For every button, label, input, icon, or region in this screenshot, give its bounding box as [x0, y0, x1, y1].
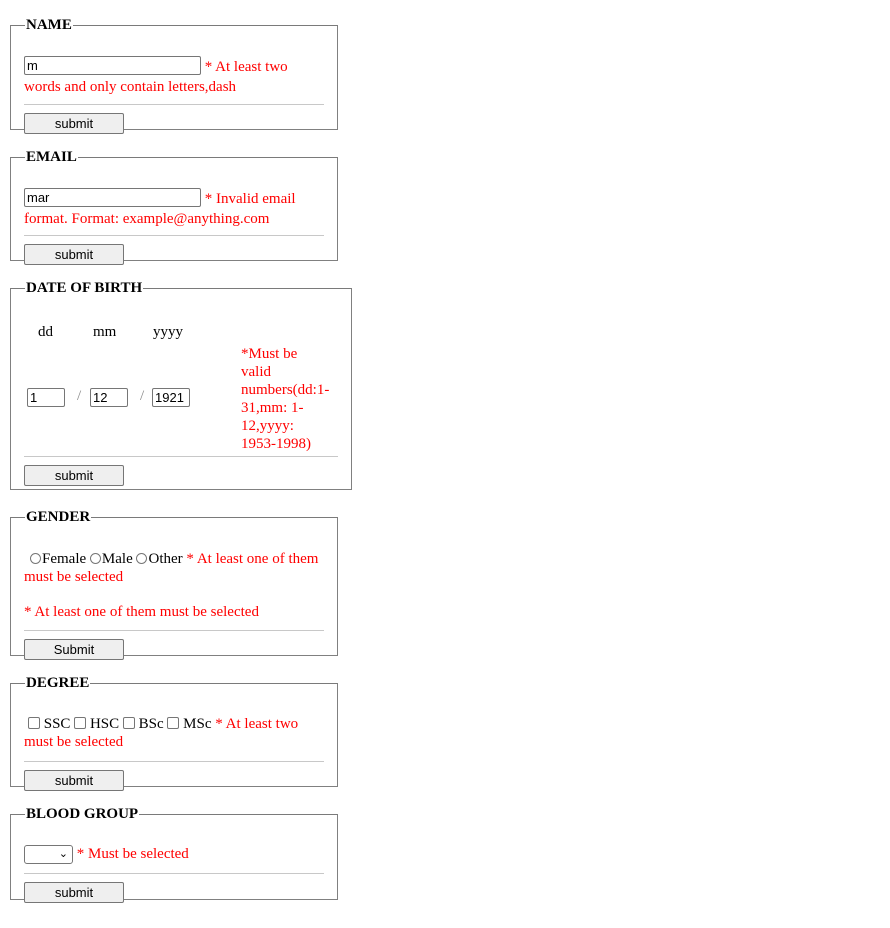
name-fieldset: NAME * At least two words and only conta…	[10, 17, 338, 134]
dob-error: *Must be valid numbers(dd:1- 31,mm: 1- 1…	[241, 345, 341, 453]
degree-legend: DEGREE	[26, 675, 90, 691]
blood-group-select[interactable]: ⌄	[24, 845, 73, 865]
gender-fieldset: GENDER Female Male Other * At least one …	[10, 509, 338, 660]
email-fieldset: EMAIL * Invalid email format. Format: ex…	[10, 149, 338, 265]
female-label[interactable]: Female	[42, 551, 86, 567]
name-input[interactable]	[24, 56, 201, 75]
dob-separator-line	[24, 456, 338, 457]
bsc-checkbox[interactable]	[122, 717, 135, 729]
email-submit-button[interactable]: submit	[24, 244, 124, 265]
yyyy-input[interactable]	[152, 388, 190, 407]
dob-submit-button[interactable]: submit	[24, 465, 124, 486]
degree-options-row: SSC HSC BSc MSc * At least two must be s…	[24, 715, 328, 751]
dd-input[interactable]	[27, 388, 65, 407]
dob-error-line: 1953-1998)	[241, 436, 311, 452]
yyyy-label: yyyy	[153, 324, 183, 340]
dob-error-line: 12,yyyy:	[241, 418, 294, 434]
email-input[interactable]	[24, 188, 201, 207]
hsc-label[interactable]: HSC	[90, 716, 119, 732]
ssc-checkbox[interactable]	[28, 717, 40, 729]
dob-error-line: 31,mm: 1-	[241, 400, 304, 416]
gender-options-row: Female Male Other * At least one of them…	[24, 550, 328, 586]
mm-input[interactable]	[90, 388, 128, 407]
degree-separator	[24, 761, 324, 762]
blood-group-separator	[24, 873, 324, 874]
other-label[interactable]: Other	[148, 551, 182, 567]
dob-separator-2: /	[140, 388, 145, 404]
blood-group-legend: BLOOD GROUP	[26, 806, 139, 822]
blood-group-error: * Must be selected	[76, 846, 189, 862]
mm-label: mm	[93, 324, 117, 340]
dob-legend: DATE OF BIRTH	[26, 280, 143, 296]
degree-submit-button[interactable]: submit	[24, 770, 124, 791]
gender-separator	[24, 630, 324, 631]
msc-checkbox[interactable]	[167, 717, 180, 729]
dob-error-line: valid	[241, 364, 271, 380]
dob-fieldset: DATE OF BIRTH dd mm yyyy / / *Must be va…	[10, 280, 352, 490]
blood-group-submit-button[interactable]: submit	[24, 882, 124, 903]
degree-fieldset: DEGREE SSC HSC BSc MSc * At least two mu…	[10, 675, 338, 791]
chevron-down-icon: ⌄	[58, 847, 68, 861]
other-radio[interactable]	[136, 553, 148, 564]
male-radio[interactable]	[89, 553, 101, 564]
dob-error-line: *Must be	[241, 346, 298, 362]
male-label[interactable]: Male	[102, 551, 133, 567]
gender-submit-button[interactable]: Submit	[24, 639, 124, 660]
email-separator	[24, 235, 324, 236]
name-submit-button[interactable]: submit	[24, 113, 124, 134]
bsc-label[interactable]: BSc	[139, 716, 164, 732]
female-radio[interactable]	[30, 553, 41, 564]
email-legend: EMAIL	[26, 149, 77, 165]
dd-label: dd	[38, 324, 53, 340]
msc-label[interactable]: MSc	[183, 716, 211, 732]
ssc-label[interactable]: SSC	[44, 716, 71, 732]
name-separator	[24, 104, 324, 105]
dob-error-line: numbers(dd:1-	[241, 382, 330, 398]
dob-separator-1: /	[77, 388, 82, 404]
blood-group-fieldset: BLOOD GROUP ⌄ * Must be selected submit	[10, 806, 338, 903]
name-legend: NAME	[26, 17, 72, 33]
gender-error-block: * At least one of them must be selected	[24, 604, 259, 620]
hsc-checkbox[interactable]	[74, 717, 87, 729]
gender-legend: GENDER	[26, 509, 91, 525]
